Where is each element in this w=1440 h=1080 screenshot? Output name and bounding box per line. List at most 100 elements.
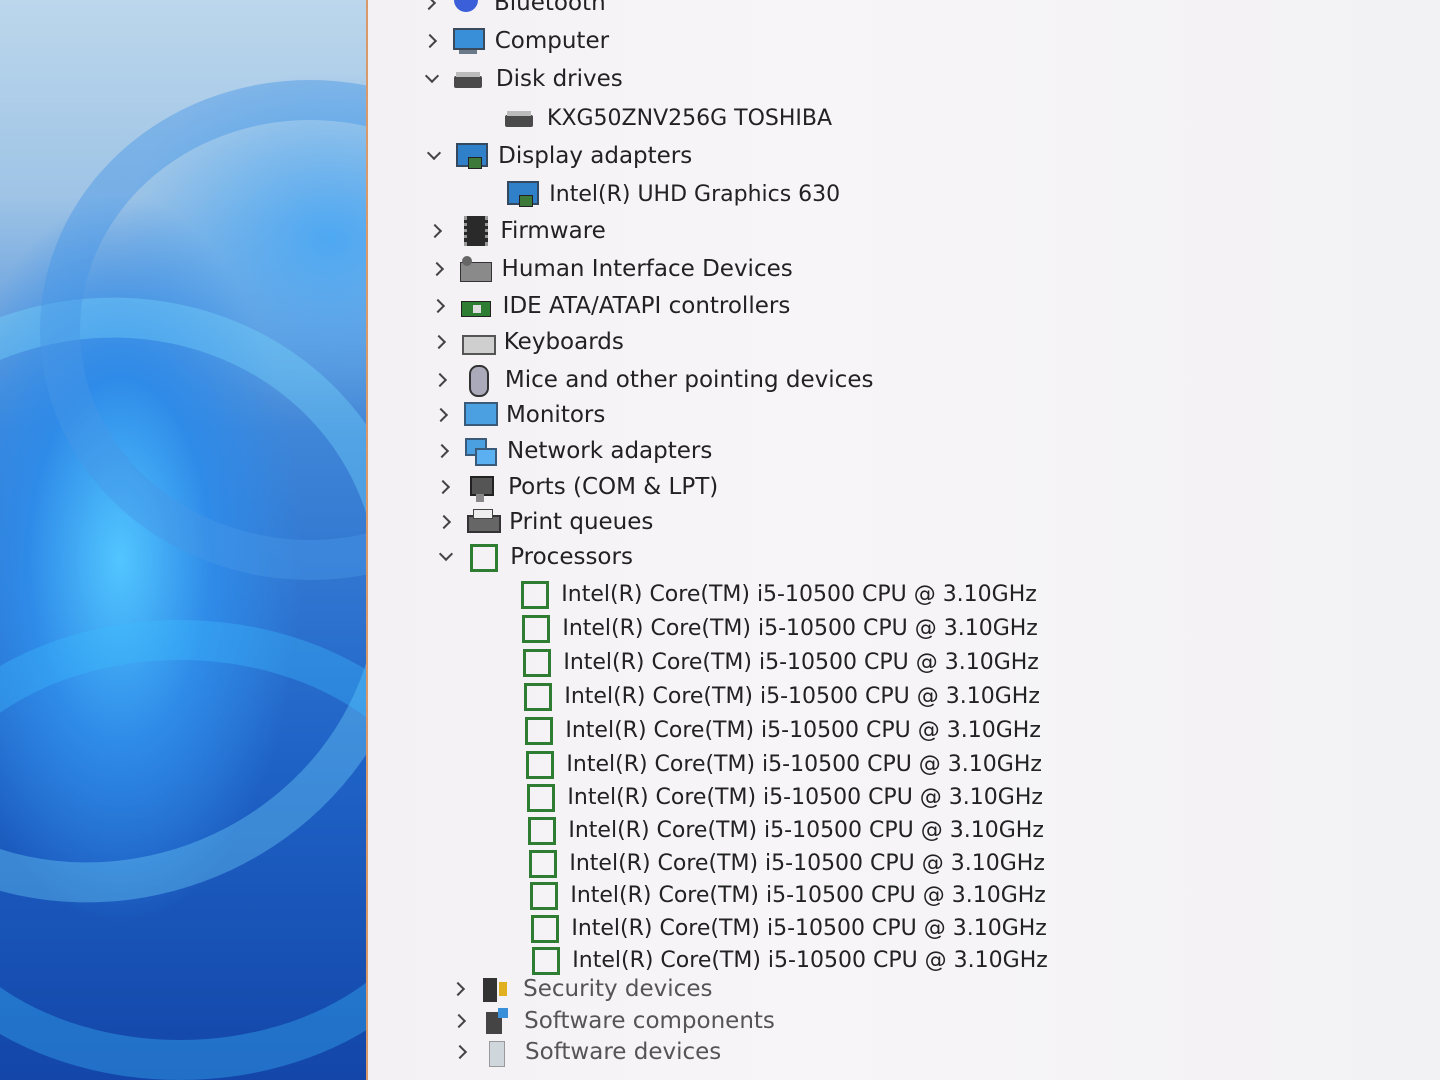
mouse-icon — [461, 365, 495, 397]
chevron-right-icon[interactable] — [435, 512, 455, 532]
wallpaper-swirl — [0, 620, 380, 1080]
port-icon — [464, 472, 498, 502]
device-label: Intel(R) Core(TM) i5-10500 CPU @ 3.10GHz — [572, 947, 1048, 973]
processor-item[interactable]: Intel(R) Core(TM) i5-10500 CPU @ 3.10GHz — [523, 780, 1043, 814]
device-label: Intel(R) Core(TM) i5-10500 CPU @ 3.10GHz — [571, 915, 1047, 941]
tree-category-security[interactable]: Security devices — [449, 972, 712, 1006]
tree-category-mice[interactable]: Mice and other pointing devices — [431, 363, 874, 397]
processor-icon — [525, 848, 559, 878]
software-device-icon — [481, 1037, 515, 1067]
display-adapter-icon — [505, 179, 540, 209]
tree-category-disk[interactable]: Disk drives — [422, 62, 623, 96]
tree-category-display[interactable]: Display adapters — [424, 139, 692, 173]
device-label: Intel(R) Core(TM) i5-10500 CPU @ 3.10GHz — [569, 850, 1045, 876]
processor-item[interactable]: Intel(R) Core(TM) i5-10500 CPU @ 3.10GHz — [522, 747, 1042, 781]
hid-icon — [458, 254, 492, 284]
chevron-down-icon[interactable] — [424, 146, 444, 166]
chevron-right-icon[interactable] — [433, 441, 453, 461]
device-label: Intel(R) Core(TM) i5-10500 CPU @ 3.10GHz — [562, 615, 1038, 641]
chevron-down-icon[interactable] — [422, 69, 442, 89]
chevron-right-icon[interactable] — [449, 979, 469, 999]
category-label: Processors — [510, 544, 633, 570]
device-label: Intel(R) UHD Graphics 630 — [549, 181, 841, 207]
device-label: Intel(R) Core(TM) i5-10500 CPU @ 3.10GHz — [568, 817, 1044, 843]
device-label: Intel(R) Core(TM) i5-10500 CPU @ 3.10GHz — [566, 751, 1042, 777]
device-label: KXG50ZNV256G TOSHIBA — [547, 105, 833, 131]
tree-category-bluetooth[interactable]: Bluetooth — [420, 0, 606, 20]
category-label: Security devices — [523, 976, 713, 1002]
processor-icon — [466, 542, 500, 572]
tree-category-ports[interactable]: Ports (COM & LPT) — [434, 470, 718, 504]
security-device-icon — [479, 974, 513, 1004]
disk-drive-icon — [452, 64, 486, 94]
chevron-right-icon[interactable] — [432, 405, 452, 425]
chevron-right-icon[interactable] — [420, 0, 440, 13]
category-label: Computer — [494, 28, 610, 54]
processor-item[interactable]: Intel(R) Core(TM) i5-10500 CPU @ 3.10GHz — [526, 878, 1046, 912]
category-label: Human Interface Devices — [501, 256, 793, 282]
category-label: IDE ATA/ATAPI controllers — [502, 293, 791, 319]
device-label: Intel(R) Core(TM) i5-10500 CPU @ 3.10GHz — [565, 717, 1041, 743]
device-label: Intel(R) Core(TM) i5-10500 CPU @ 3.10GHz — [561, 581, 1037, 607]
chevron-right-icon[interactable] — [431, 370, 451, 390]
processor-icon — [520, 681, 554, 711]
category-label: Software devices — [525, 1039, 722, 1065]
processor-item[interactable]: Intel(R) Core(TM) i5-10500 CPU @ 3.10GHz — [521, 713, 1041, 747]
tree-category-firmware[interactable]: Firmware — [426, 214, 606, 248]
processor-icon — [528, 945, 562, 975]
printer-icon — [465, 507, 502, 537]
processor-icon — [527, 913, 561, 943]
processor-item[interactable]: Intel(R) Core(TM) i5-10500 CPU @ 3.10GHz — [520, 679, 1040, 713]
processor-item[interactable]: Intel(R) Core(TM) i5-10500 CPU @ 3.10GHz — [518, 611, 1038, 645]
tree-category-print[interactable]: Print queues — [435, 505, 653, 539]
disk-drive-item[interactable]: KXG50ZNV256G TOSHIBA — [503, 101, 832, 135]
tree-category-monitors[interactable]: Monitors — [432, 398, 605, 432]
chevron-right-icon[interactable] — [426, 221, 446, 241]
chevron-right-icon[interactable] — [450, 1011, 470, 1031]
keyboard-icon — [460, 327, 496, 357]
display-adapter-item[interactable]: Intel(R) UHD Graphics 630 — [505, 177, 840, 211]
processor-item[interactable]: Intel(R) Core(TM) i5-10500 CPU @ 3.10GHz — [524, 813, 1044, 847]
category-label: Network adapters — [507, 438, 713, 464]
processor-icon — [524, 815, 558, 845]
tree-category-softdev[interactable]: Software devices — [451, 1035, 721, 1069]
processor-item[interactable]: Intel(R) Core(TM) i5-10500 CPU @ 3.10GHz — [519, 645, 1039, 679]
chevron-right-icon[interactable] — [421, 31, 441, 51]
computer-icon — [451, 26, 485, 56]
category-label: Display adapters — [498, 143, 693, 169]
bluetooth-icon — [450, 0, 484, 18]
chevron-right-icon[interactable] — [434, 477, 454, 497]
tree-category-network[interactable]: Network adapters — [433, 434, 712, 468]
category-label: Firmware — [500, 218, 606, 244]
tree-category-hid[interactable]: Human Interface Devices — [428, 252, 793, 286]
disk-drive-icon — [503, 103, 537, 133]
chevron-right-icon[interactable] — [451, 1042, 471, 1062]
chevron-right-icon[interactable] — [429, 296, 449, 316]
category-label: Software components — [524, 1008, 775, 1034]
tree-category-computer[interactable]: Computer — [421, 24, 609, 58]
category-label: Mice and other pointing devices — [504, 367, 874, 393]
processor-icon — [521, 715, 555, 745]
display-adapter-icon — [454, 141, 489, 171]
device-tree: Bluetooth Computer Disk drives KXG50ZNV256G… — [368, 0, 1440, 1080]
processor-item[interactable]: Intel(R) Core(TM) i5-10500 CPU @ 3.10GHz — [517, 577, 1037, 611]
processor-icon — [526, 880, 560, 910]
device-label: Intel(R) Core(TM) i5-10500 CPU @ 3.10GHz — [564, 683, 1040, 709]
monitor-icon — [462, 400, 498, 430]
processor-item[interactable]: Intel(R) Core(TM) i5-10500 CPU @ 3.10GHz — [527, 911, 1047, 945]
software-component-icon — [480, 1006, 514, 1036]
tree-category-softcomp[interactable]: Software components — [450, 1004, 775, 1038]
tree-category-processors[interactable]: Processors — [436, 540, 633, 574]
network-adapter-icon — [463, 436, 498, 466]
category-label: Ports (COM & LPT) — [508, 474, 719, 500]
processor-icon — [522, 749, 556, 779]
processor-icon — [518, 613, 552, 643]
chevron-down-icon[interactable] — [436, 547, 456, 567]
tree-category-ide[interactable]: IDE ATA/ATAPI controllers — [429, 289, 791, 323]
chevron-right-icon[interactable] — [430, 332, 450, 352]
processor-item[interactable]: Intel(R) Core(TM) i5-10500 CPU @ 3.10GHz — [525, 846, 1045, 880]
processor-icon — [519, 647, 553, 677]
tree-category-keyboards[interactable]: Keyboards — [430, 325, 624, 359]
chevron-right-icon[interactable] — [428, 259, 448, 279]
device-manager-window: Bluetooth Computer Disk drives KXG50ZNV256G… — [366, 0, 1440, 1080]
